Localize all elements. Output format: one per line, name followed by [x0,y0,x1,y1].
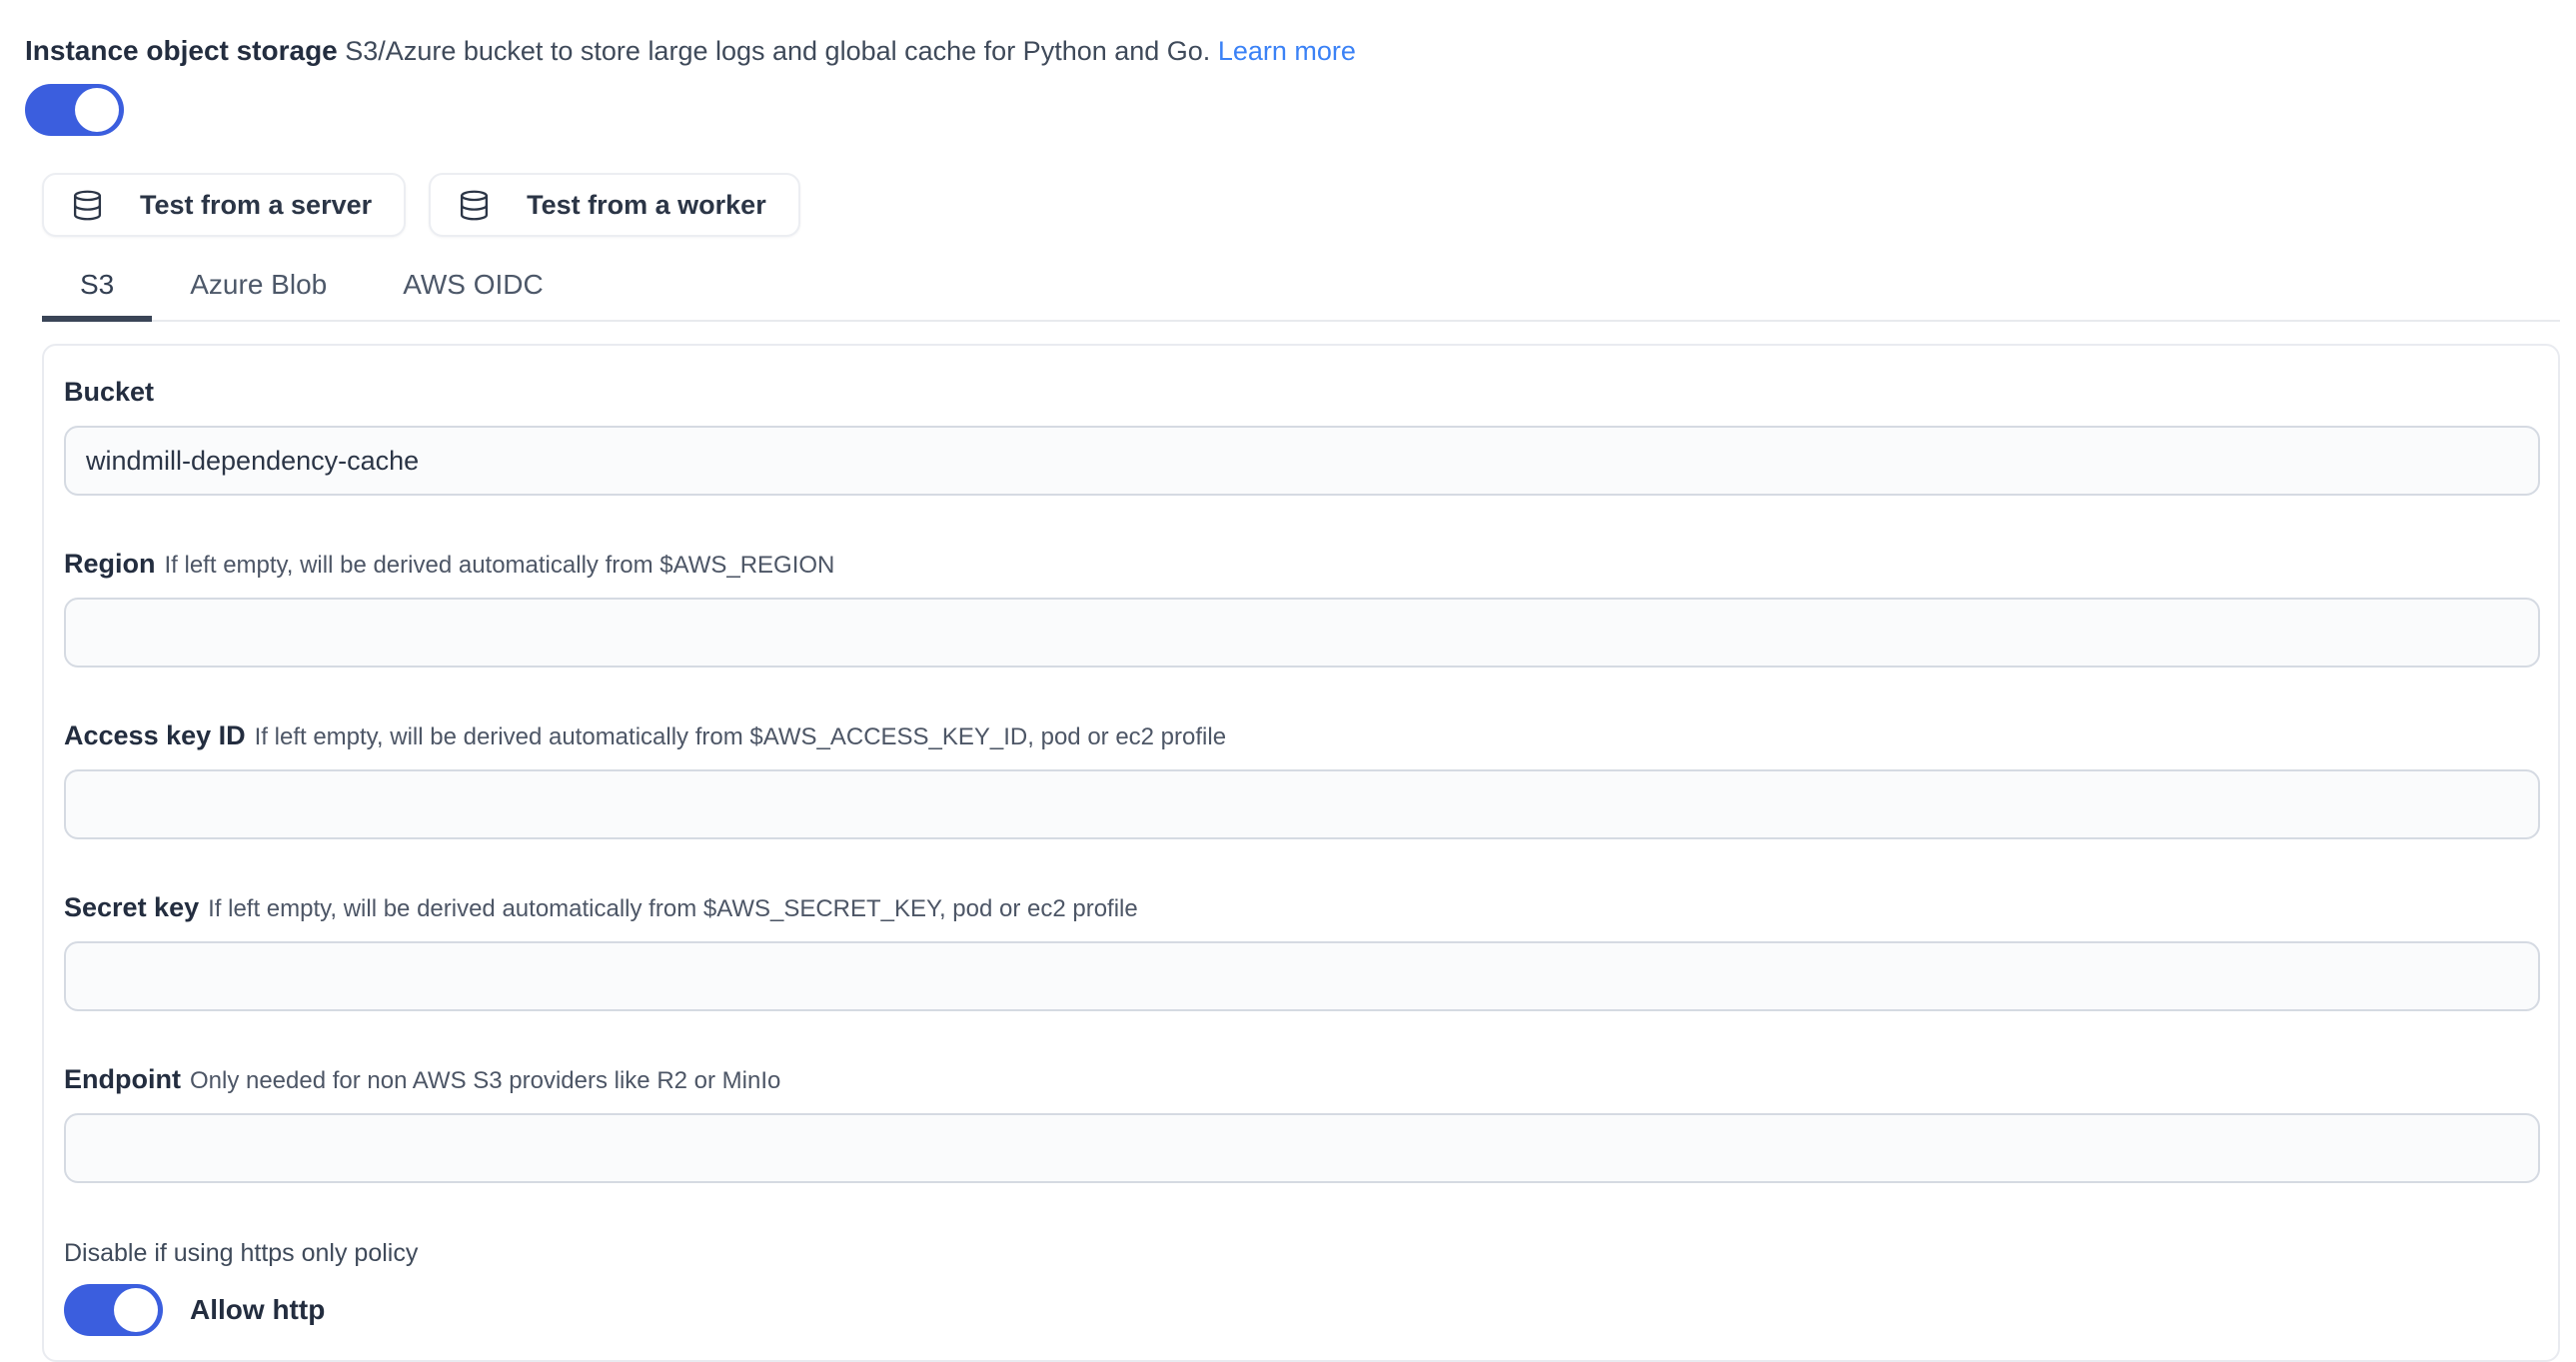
allow-http-row: Allow http [64,1284,2540,1336]
tab-azure-blob[interactable]: Azure Blob [152,263,365,322]
field-bucket: Bucket [64,376,2540,496]
access-key-id-input[interactable] [64,769,2540,839]
toggle-knob [75,88,119,132]
secret-key-input[interactable] [64,941,2540,1011]
region-input[interactable] [64,598,2540,668]
access-key-id-hint: If left empty, will be derived automatic… [255,723,1226,750]
endpoint-input[interactable] [64,1113,2540,1183]
page-title: Instance object storage [25,35,338,66]
toggle-knob [114,1288,158,1332]
bucket-input[interactable] [64,426,2540,496]
secret-key-label: Secret key [64,892,199,922]
endpoint-label: Endpoint [64,1064,181,1094]
storage-config-section: Test from a server Test from a worker S3… [42,173,2560,1362]
tab-aws-oidc[interactable]: AWS OIDC [365,263,582,322]
s3-settings-card: Bucket Region If left empty, will be deri… [42,344,2560,1362]
access-key-id-label: Access key ID [64,720,246,750]
page-description: S3/Azure bucket to store large logs and … [345,36,1210,66]
test-buttons-row: Test from a server Test from a worker [42,173,2560,237]
tab-s3[interactable]: S3 [42,263,152,322]
learn-more-link[interactable]: Learn more [1218,36,1356,66]
test-from-worker-label: Test from a worker [527,190,766,221]
test-from-worker-button[interactable]: Test from a worker [429,173,800,237]
test-from-server-button[interactable]: Test from a server [42,173,406,237]
field-endpoint: Endpoint Only needed for non AWS S3 provi… [64,1063,2540,1183]
instance-object-storage-settings: Instance object storage S3/Azure bucket … [0,0,2576,1362]
storage-provider-tabs: S3 Azure Blob AWS OIDC [42,263,2560,322]
allow-http-note: Disable if using https only policy [64,1239,2540,1268]
field-access-key-id: Access key ID If left empty, will be deri… [64,719,2540,839]
bucket-label: Bucket [64,377,154,407]
object-storage-toggle[interactable] [25,84,124,136]
test-from-server-label: Test from a server [140,190,372,221]
endpoint-hint: Only needed for non AWS S3 providers lik… [190,1067,780,1094]
database-icon [71,188,104,223]
section-header: Instance object storage S3/Azure bucket … [25,34,2523,68]
field-region: Region If left empty, will be derived aut… [64,548,2540,668]
allow-http-toggle[interactable] [64,1284,163,1336]
database-icon [458,188,491,223]
allow-http-label: Allow http [190,1294,325,1326]
region-label: Region [64,549,156,579]
field-secret-key: Secret key If left empty, will be derived… [64,891,2540,1011]
secret-key-hint: If left empty, will be derived automatic… [208,895,1138,922]
region-hint: If left empty, will be derived automatic… [165,552,835,579]
